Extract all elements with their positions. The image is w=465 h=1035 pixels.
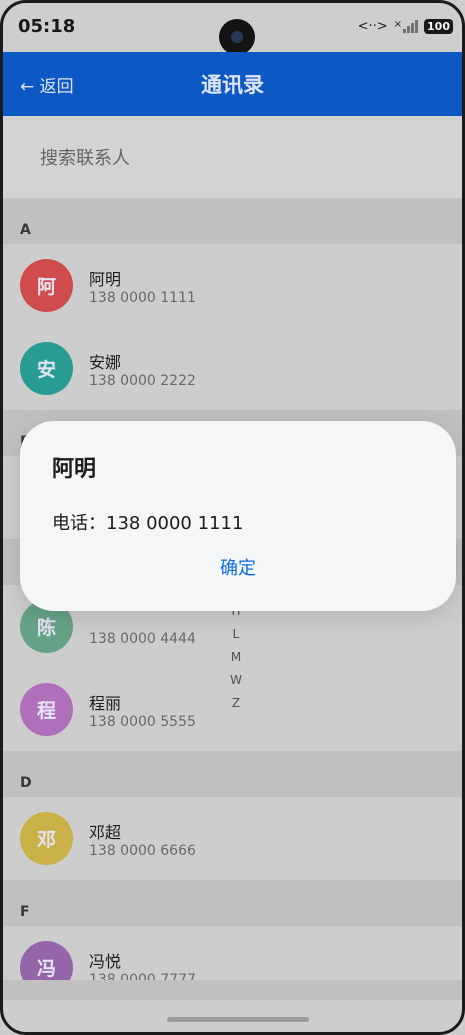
contact-dialog: 阿明 电话：138 0000 1111 确定 <box>20 421 456 611</box>
contacts-screen: 05:18 <··> × 100 ← 返回 通讯录 搜索联系人 A 阿阿明 138 … <box>0 0 465 1035</box>
confirm-button[interactable]: 确定 <box>20 554 456 580</box>
dialog-title: 阿明 <box>52 457 97 482</box>
dialog-message: 电话：138 0000 1111 <box>52 513 244 534</box>
home-indicator[interactable] <box>167 1017 309 1022</box>
